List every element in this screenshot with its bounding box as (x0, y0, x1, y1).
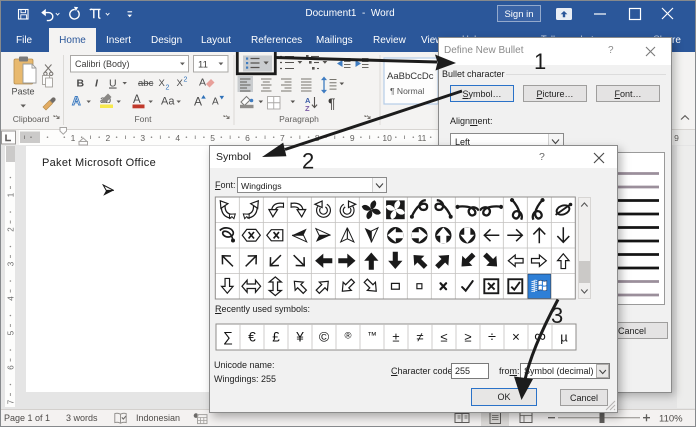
svg-text:∞: ∞ (534, 328, 546, 346)
svg-text:®: ® (345, 331, 352, 342)
svg-text:≤: ≤ (440, 330, 447, 345)
svg-text:€: € (248, 330, 256, 345)
svg-text:£: £ (272, 330, 280, 345)
svg-text:™: ™ (367, 331, 377, 342)
svg-text:µ: µ (560, 330, 568, 345)
svg-text:×: × (512, 330, 520, 345)
svg-text:÷: ÷ (488, 330, 496, 346)
svg-text:∑: ∑ (223, 329, 233, 345)
svg-text:≥: ≥ (464, 330, 471, 345)
svg-text:¥: ¥ (295, 330, 304, 345)
svg-text:©: © (319, 329, 330, 345)
svg-text:±: ± (392, 330, 399, 345)
svg-text:≠: ≠ (416, 330, 423, 345)
